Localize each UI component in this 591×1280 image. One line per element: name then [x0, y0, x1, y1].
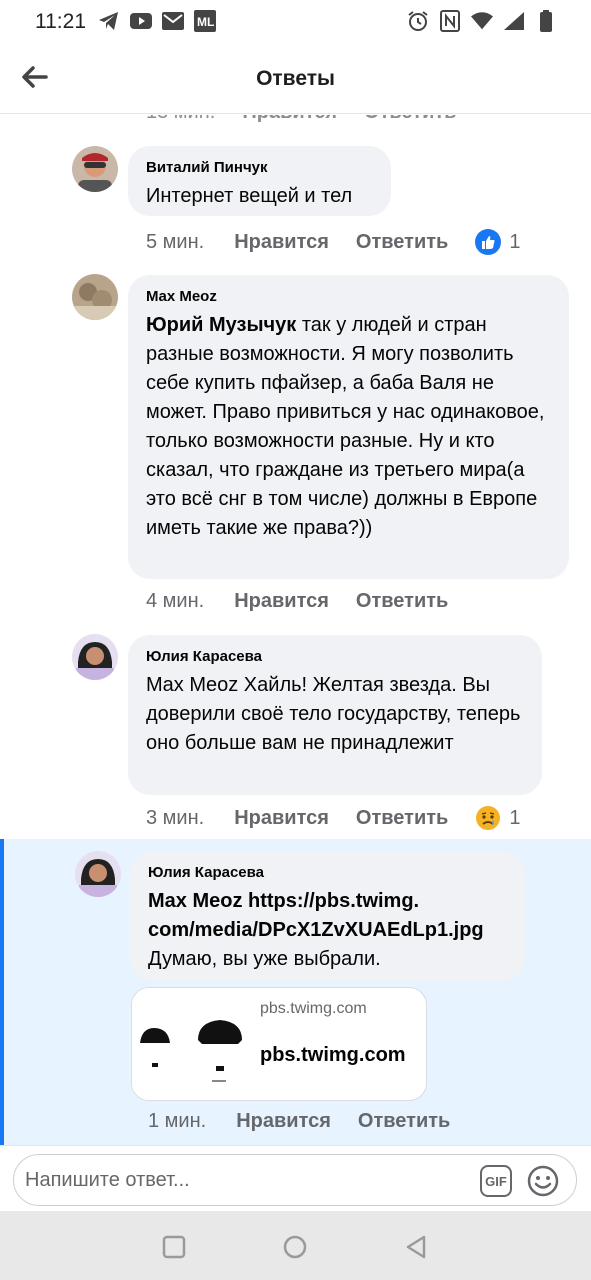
battery-icon [535, 9, 557, 33]
gmail-icon [162, 9, 184, 33]
app-header: Ответы [0, 44, 591, 114]
comment-actions: 3 мин. Нравится Ответить 1 [146, 805, 520, 831]
reply-action[interactable]: Ответить [356, 807, 448, 830]
like-action[interactable]: Нравится [234, 231, 329, 254]
back-icon[interactable] [403, 1233, 431, 1261]
reply-input-placeholder: Напишите ответ... [25, 1169, 190, 1191]
alarm-icon [407, 9, 429, 33]
link-title: pbs.twimg.com [260, 1044, 406, 1066]
comment-time: 1 мин. [148, 1110, 207, 1132]
comment-link-line[interactable]: com/media/DPcX1ZvXUAEdLp1.jpg [148, 916, 507, 945]
avatar[interactable] [75, 851, 121, 897]
comment-actions: 1 мин. Нравится Ответить [148, 1110, 477, 1133]
link-thumbnail [132, 988, 246, 1100]
system-nav-bar [0, 1211, 591, 1280]
cut-comment-actions: 13 мин. Нравится Ответить [146, 115, 456, 124]
comment-text: Интернет вещей и тел [146, 185, 353, 207]
comment-bubble[interactable]: Max Meoz Юрий Музычук так у людей и стра… [128, 275, 569, 579]
page-title: Ответы [256, 67, 335, 90]
comment-time: 3 мин. [146, 806, 205, 829]
comment-author[interactable]: Виталий Пинчук [146, 159, 373, 176]
reaction-count: 1 [509, 806, 521, 829]
like-action[interactable]: Нравится [234, 807, 329, 830]
comment-link-line[interactable]: Max Meoz https://pbs.twimg. [148, 887, 507, 916]
reply-action[interactable]: Ответить [358, 1110, 450, 1133]
reaction-count: 1 [509, 230, 521, 253]
comment-text: Max Meoz Хайль! Желтая звезда. Вы довери… [146, 674, 521, 754]
link-preview-card[interactable]: pbs.twimg.com pbs.twimg.com [131, 987, 427, 1101]
replies-list: 13 мин. Нравится Ответить Виталий Пинчук… [0, 115, 591, 1145]
reaction-summary[interactable]: 1 [475, 229, 520, 255]
reaction-summary[interactable]: 1 [475, 805, 520, 831]
comment-author[interactable]: Юлия Карасева [146, 648, 524, 665]
wifi-icon [471, 9, 493, 33]
comment-author[interactable]: Max Meoz [146, 288, 551, 305]
nfc-icon [439, 9, 461, 33]
sad-icon [475, 805, 501, 831]
comment-actions: 4 мин. Нравится Ответить [146, 590, 475, 613]
link-domain: pbs.twimg.com [260, 1000, 367, 1017]
composer-area: Напишите ответ... GIF [0, 1145, 591, 1211]
ml-icon: ML [194, 9, 216, 33]
comment-text: Юрий Музычук так у людей и стран разные … [146, 311, 551, 543]
telegram-icon [98, 9, 120, 33]
comment-time: 5 мин. [146, 230, 205, 253]
comment-time: 13 мин. [146, 115, 215, 124]
comment-author[interactable]: Юлия Карасева [148, 864, 507, 881]
mention-link[interactable]: Юрий Музычук [146, 314, 296, 336]
home-icon[interactable] [281, 1233, 309, 1261]
like-action[interactable]: Нравится [236, 1110, 331, 1133]
status-time: 11:21 [35, 10, 86, 33]
reply-input[interactable]: Напишите ответ... GIF [13, 1154, 577, 1206]
gif-button[interactable]: GIF [480, 1165, 512, 1197]
comment-bubble[interactable]: Виталий Пинчук Интернет вещей и тел [128, 146, 391, 216]
youtube-icon [130, 9, 152, 33]
status-bar: 11:21 ML [0, 0, 591, 44]
reply-action[interactable]: Ответить [356, 590, 448, 613]
like-icon [475, 229, 502, 255]
avatar[interactable] [72, 274, 118, 320]
avatar[interactable] [72, 634, 118, 680]
emoji-icon[interactable] [526, 1164, 560, 1198]
like-action[interactable]: Нравится [242, 115, 337, 124]
reply-action[interactable]: Ответить [356, 231, 448, 254]
like-action[interactable]: Нравится [234, 590, 329, 613]
comment-text: Думаю, вы уже выбрали. [148, 948, 381, 970]
svg-text:ML: ML [197, 15, 214, 29]
comment-time: 4 мин. [146, 590, 205, 612]
comment-body: так у людей и стран разные возможности. … [146, 314, 545, 539]
signal-icon [503, 9, 525, 33]
comment-actions: 5 мин. Нравится Ответить 1 [146, 229, 520, 255]
comment-bubble[interactable]: Юлия Карасева Max Meoz Хайль! Желтая зве… [128, 635, 542, 795]
comment-bubble[interactable]: Юлия Карасева Max Meoz https://pbs.twimg… [130, 851, 525, 981]
avatar[interactable] [72, 146, 118, 192]
recents-icon[interactable] [160, 1233, 188, 1261]
reply-action[interactable]: Ответить [364, 115, 456, 124]
